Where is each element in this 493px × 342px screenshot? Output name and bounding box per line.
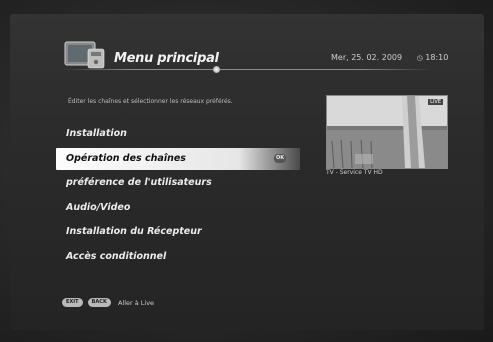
clock-icon: ◷ [416, 54, 423, 62]
live-preview-window[interactable]: LIVE [326, 95, 448, 169]
date-time: Mer, 25. 02. 2009 ◷ 18:10 [331, 53, 448, 62]
menu-description: Éditer les chaînes et sélectionner les r… [68, 98, 233, 105]
menu-item-label: Audio/Video [66, 201, 131, 213]
time-text: 18:10 [425, 53, 449, 62]
footer-hint: EXIT BACK Aller à Live [62, 298, 154, 307]
menu-item-channel-operation[interactable]: Opération des chaînes OK [56, 147, 300, 170]
back-button[interactable]: BACK [87, 298, 111, 307]
menu-item-audio-video[interactable]: Audio/Video [56, 197, 300, 219]
live-badge: LIVE [428, 99, 443, 105]
menu-item-installation[interactable]: Installation [56, 123, 300, 145]
preview-image [327, 96, 447, 168]
date-text: Mer, 25. 02. 2009 [331, 53, 403, 62]
exit-button[interactable]: EXIT [62, 298, 83, 307]
menu-item-label: Installation du Récepteur [66, 226, 202, 237]
menu-item-user-preferences[interactable]: préférence de l'utilisateurs [56, 172, 300, 194]
menu-item-label: Opération des chaînes [66, 152, 186, 164]
tv-menu-logo-icon [64, 41, 105, 69]
menu-item-receiver-installation[interactable]: Installation du Récepteur [56, 221, 300, 243]
main-menu: Installation Opération des chaînes OK pr… [56, 123, 300, 270]
page-title: Menu principal [114, 51, 219, 66]
preview-channel-label: TV - Service TV HD [326, 169, 383, 176]
menu-item-conditional-access[interactable]: Accès conditionnel [56, 246, 300, 268]
ok-button-icon: OK [274, 153, 286, 163]
tv-screen: Menu principal Mer, 25. 02. 2009 ◷ 18:10… [0, 0, 493, 342]
menu-item-label: Installation [66, 128, 127, 139]
footer-hint-text: Aller à Live [117, 298, 155, 307]
header-indicator-dot [213, 66, 220, 73]
header-divider [62, 69, 432, 70]
menu-item-label: Accès conditionnel [66, 250, 167, 262]
menu-item-label: préférence de l'utilisateurs [66, 177, 212, 188]
